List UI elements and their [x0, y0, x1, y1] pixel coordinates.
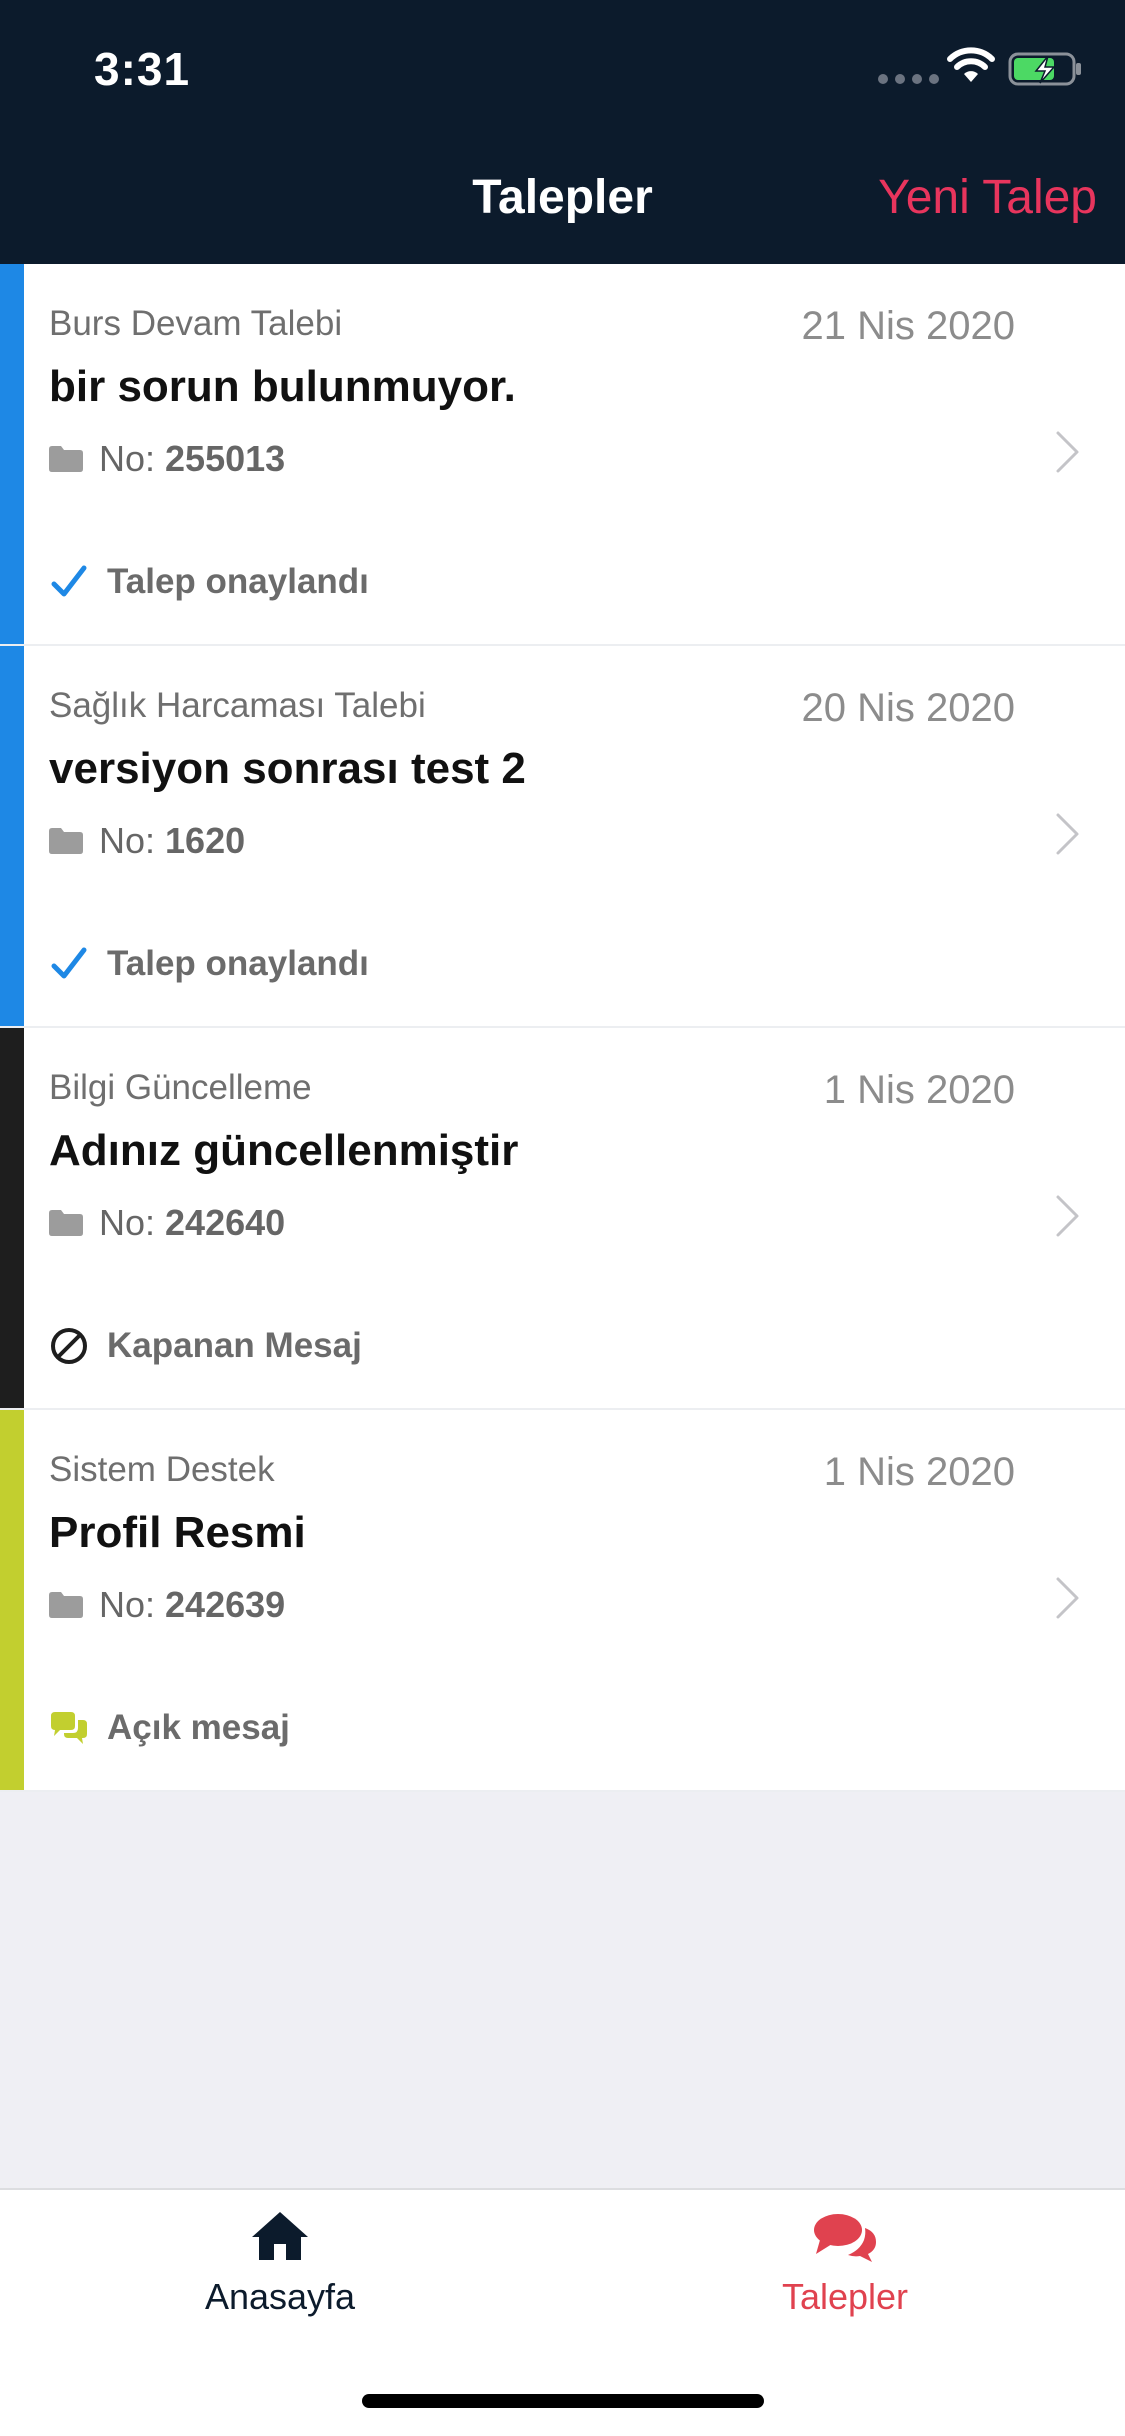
request-number: No: 242640 [49, 1202, 285, 1244]
request-date: 1 Nis 2020 [823, 1068, 1015, 1112]
chevron-right-icon [1056, 1577, 1079, 1619]
request-category: Sistem Destek [49, 1450, 275, 1489]
request-title: versiyon sonrası test 2 [49, 744, 526, 793]
battery-charging-icon [1008, 52, 1081, 86]
request-date: 21 Nis 2020 [801, 304, 1015, 348]
folder-icon [49, 446, 83, 472]
blocked-icon [51, 1328, 87, 1364]
tab-home[interactable]: Anasayfa [130, 2210, 430, 2318]
chevron-right-icon [1056, 1195, 1079, 1237]
chat-bubbles-icon [814, 2214, 876, 2262]
tab-home-label: Anasayfa [204, 2276, 356, 2317]
request-category: Burs Devam Talebi [49, 304, 343, 343]
request-title: Adınız güncellenmiştir [49, 1126, 519, 1175]
chevron-right-icon [1056, 431, 1079, 473]
tab-requests[interactable]: Talepler [695, 2210, 995, 2318]
request-status: Talep onaylandı [49, 944, 369, 984]
request-category: Bilgi Güncelleme [49, 1068, 312, 1107]
request-number: No: 255013 [49, 438, 285, 480]
tab-requests-label: Talepler [781, 2276, 909, 2317]
request-status: Açık mesaj [49, 1708, 290, 1748]
folder-icon [49, 1210, 83, 1236]
status-color-bar [0, 1410, 24, 1790]
status-color-bar [0, 1028, 24, 1408]
cellular-signal-icon [878, 74, 939, 84]
status-time: 3:31 [94, 43, 191, 95]
chevron-right-icon [1056, 813, 1079, 855]
request-title: Profil Resmi [49, 1508, 306, 1557]
nav-header: 3:31 Talepler Yeni Talep [0, 0, 1125, 264]
request-date: 20 Nis 2020 [801, 686, 1015, 730]
status-color-bar [0, 646, 24, 1026]
request-row[interactable]: Bilgi Güncelleme 1 Nis 2020 Adınız günce… [0, 1028, 1125, 1410]
home-indicator[interactable] [362, 2394, 764, 2408]
request-number: No: 242639 [49, 1584, 285, 1626]
folder-icon [49, 828, 83, 854]
folder-icon [49, 1592, 83, 1618]
request-list: Burs Devam Talebi 21 Nis 2020 bir sorun … [0, 264, 1125, 1792]
request-category: Sağlık Harcaması Talebi [49, 686, 426, 725]
wifi-icon [947, 47, 995, 82]
checkmark-icon [51, 947, 87, 979]
new-request-button[interactable]: Yeni Talep [878, 170, 1097, 225]
status-color-bar [0, 264, 24, 644]
request-status: Talep onaylandı [49, 562, 369, 602]
request-number: No: 1620 [49, 820, 245, 862]
request-row[interactable]: Sistem Destek 1 Nis 2020 Profil Resmi No… [0, 1410, 1125, 1792]
home-icon [252, 2212, 308, 2260]
request-date: 1 Nis 2020 [823, 1450, 1015, 1494]
request-row[interactable]: Sağlık Harcaması Talebi 20 Nis 2020 vers… [0, 646, 1125, 1028]
request-title: bir sorun bulunmuyor. [49, 362, 516, 411]
checkmark-icon [51, 565, 87, 597]
chat-bubbles-icon [51, 1712, 87, 1744]
request-row[interactable]: Burs Devam Talebi 21 Nis 2020 bir sorun … [0, 264, 1125, 646]
request-status: Kapanan Mesaj [49, 1326, 362, 1366]
